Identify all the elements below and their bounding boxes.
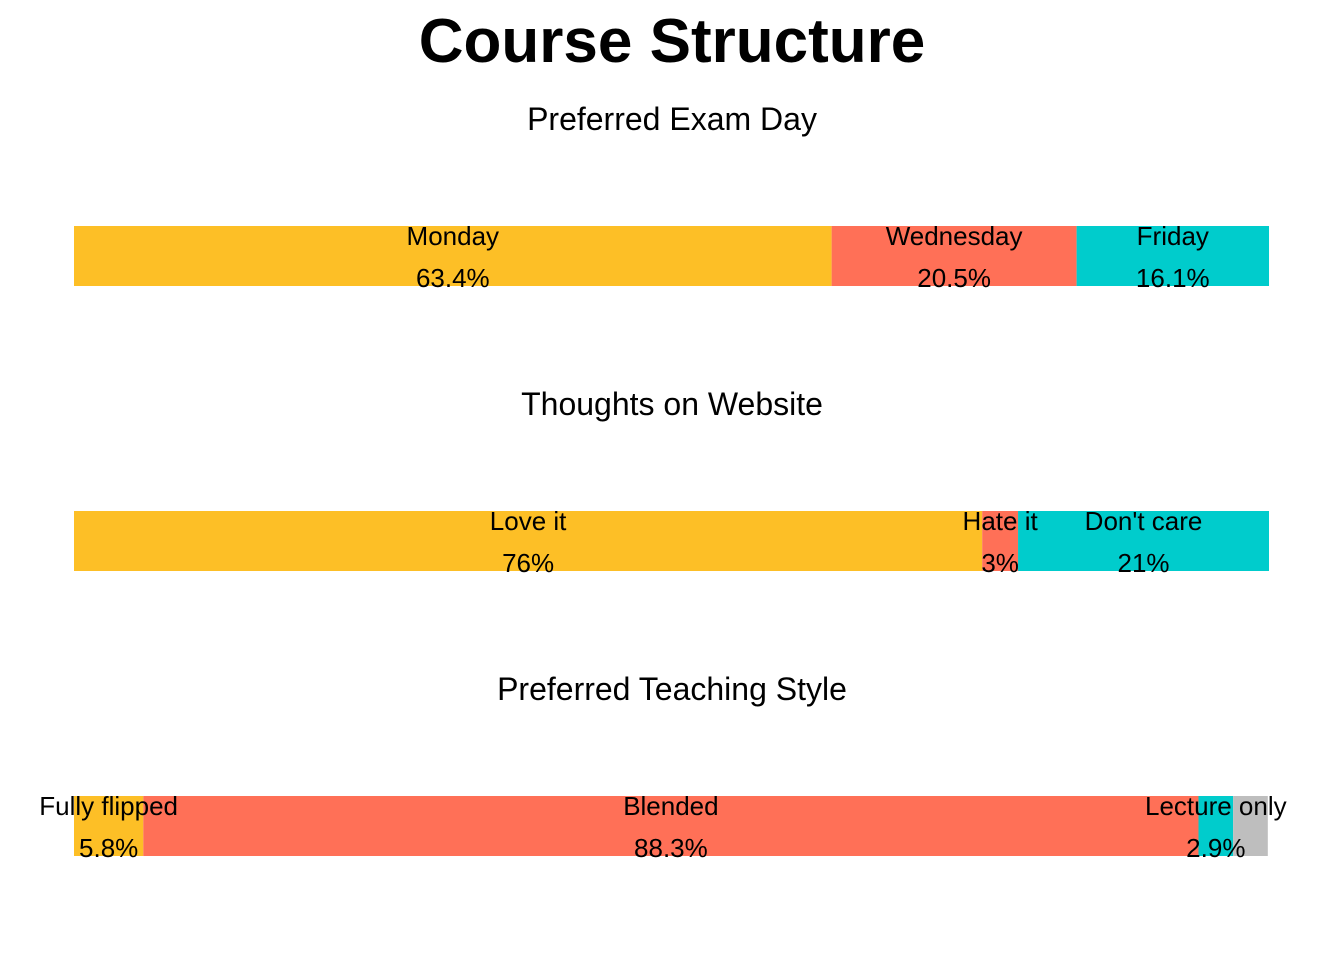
category-label: Don't care xyxy=(1085,506,1203,536)
category-label: Lecture only xyxy=(1145,791,1287,821)
panel-title: Preferred Teaching Style xyxy=(497,671,847,707)
category-label: Love it xyxy=(490,506,567,536)
chart-main-title: Course Structure xyxy=(419,7,925,76)
figure: Course Structure Preferred Exam Day Monda… xyxy=(0,0,1344,960)
chart-panel: Thoughts on Website Love it 76% Hate it 3% Do… xyxy=(74,386,1269,578)
category-label: Hate it xyxy=(963,506,1039,536)
value-label: 20.5% xyxy=(917,263,991,293)
value-label: 21% xyxy=(1117,548,1169,578)
value-label: 88.3% xyxy=(634,833,708,863)
value-label: 5.8% xyxy=(79,833,138,863)
value-label: 76% xyxy=(502,548,554,578)
value-label: 3% xyxy=(981,548,1019,578)
value-label: 2.9% xyxy=(1186,833,1245,863)
chart-panel: Preferred Exam Day Monday 63.4% Wednesday 20… xyxy=(74,101,1270,293)
category-label: Monday xyxy=(407,221,500,251)
chart-panel: Preferred Teaching Style Fully flipped 5.8… xyxy=(39,671,1286,863)
panel-title: Preferred Exam Day xyxy=(527,101,817,137)
category-label: Friday xyxy=(1137,221,1209,251)
panel-title: Thoughts on Website xyxy=(521,386,823,422)
value-label: 63.4% xyxy=(416,263,490,293)
category-label: Blended xyxy=(623,791,718,821)
chart-panels: Preferred Exam Day Monday 63.4% Wednesday 20… xyxy=(39,101,1286,863)
value-label: 16.1% xyxy=(1136,263,1210,293)
category-label: Fully flipped xyxy=(39,791,178,821)
category-label: Wednesday xyxy=(886,221,1023,251)
chart-canvas: Course Structure Preferred Exam Day Monda… xyxy=(39,7,1286,863)
